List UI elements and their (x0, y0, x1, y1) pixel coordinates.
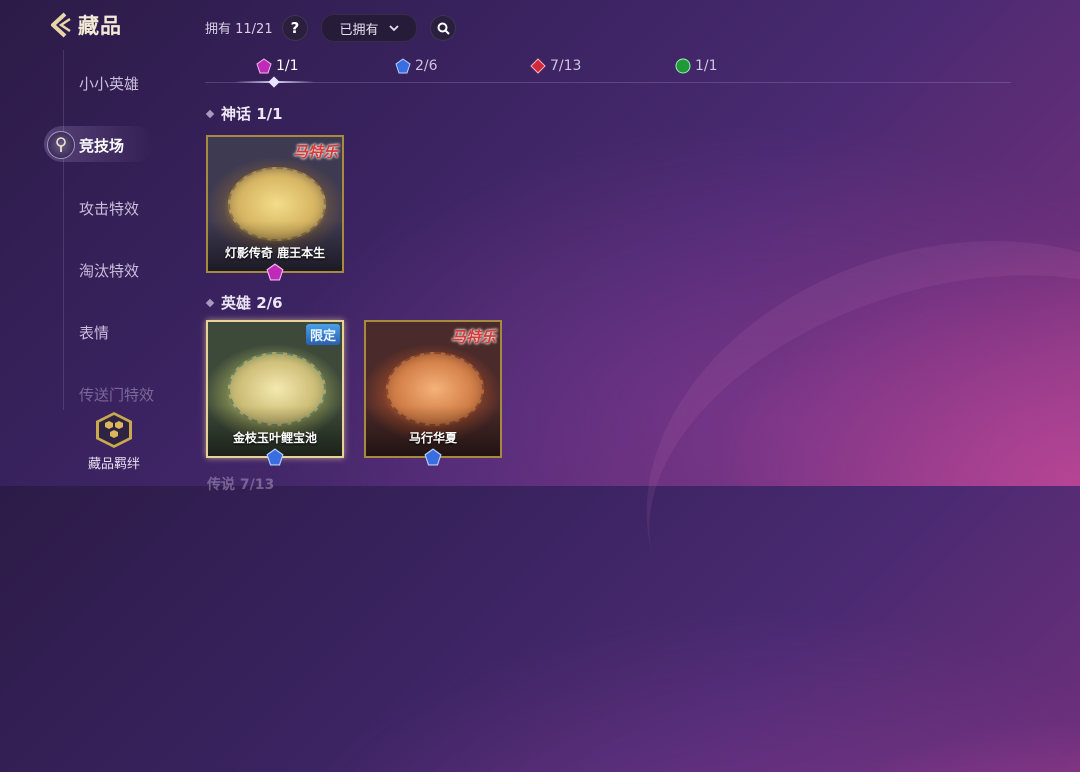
section-mythic-header: 神话 1/1 (205, 103, 283, 124)
mythic-gem-icon (256, 58, 272, 74)
filter-value: 已拥有 (339, 22, 379, 38)
hero-gem-icon (266, 448, 284, 466)
arena-card-horse-journey[interactable]: 马特乐 马行华夏 (364, 320, 502, 466)
card-name: 马行华夏 (408, 431, 457, 445)
help-button[interactable]: ? (282, 15, 308, 41)
search-button[interactable] (430, 15, 456, 41)
rare-gem-icon (675, 58, 691, 74)
limited-badge: 限定 (305, 324, 340, 345)
arena-card-lantern-legend[interactable]: 马特乐 灯影传奇 鹿王本生 (206, 135, 344, 281)
sidebar-item-little-legends[interactable]: 小小英雄 (79, 73, 139, 94)
card-logo-text: 马特乐 (450, 328, 496, 346)
sidebar-item-arena[interactable]: 竞技场 (79, 135, 124, 156)
mythic-gem-icon (266, 263, 284, 281)
hero-gem-icon (395, 58, 411, 74)
sidebar-item-elimination-effects[interactable]: 淘汰特效 (79, 260, 139, 281)
tab-rare[interactable]: 1/1 (675, 58, 718, 74)
tab-legend[interactable]: 7/13 (530, 58, 581, 74)
tab-hero[interactable]: 2/6 (395, 58, 438, 74)
sidebar-item-emotes[interactable]: 表情 (79, 322, 109, 343)
sidebar-item-portal-effects[interactable]: 传送门特效 (79, 384, 154, 405)
section-legend-header: 传说 7/13 (207, 477, 275, 493)
tab-mythic-count: 1/1 (276, 58, 299, 74)
legend-gem-icon (530, 58, 546, 74)
tab-rare-count: 1/1 (695, 58, 718, 74)
hero-gem-icon (424, 448, 442, 466)
collection-bond-button[interactable]: 藏品羁绊 (86, 412, 142, 472)
collection-bond-label: 藏品羁绊 (87, 457, 140, 472)
arena-card-golden-koi-pond[interactable]: 限定 金枝玉叶鲤宝池 (206, 320, 344, 466)
sidebar-item-attack-effects[interactable]: 攻击特效 (79, 198, 139, 219)
tab-legend-count: 7/13 (550, 58, 582, 74)
chevron-left-icon (51, 12, 71, 38)
card-name: 金枝玉叶鲤宝池 (232, 431, 317, 445)
hexagon-badge-icon (96, 412, 132, 448)
tab-divider (205, 82, 1011, 83)
card-name: 灯影传奇 鹿王本生 (224, 246, 326, 260)
tab-mythic[interactable]: 1/1 (256, 58, 299, 74)
section-hero-title: 英雄 2/6 (221, 294, 283, 312)
section-mythic-title: 神话 1/1 (221, 105, 283, 123)
help-icon: ? (290, 19, 300, 37)
search-icon (437, 22, 450, 35)
chevron-down-icon (388, 24, 399, 31)
sidebar-rail (63, 50, 64, 410)
page-title: 藏品 (78, 14, 122, 38)
owned-count: 拥有 11/21 (205, 22, 273, 37)
background-swoosh (586, 168, 1080, 772)
diamond-bullet-icon (205, 298, 215, 307)
ownership-filter-dropdown[interactable]: 已拥有 (321, 14, 417, 42)
card-logo-text: 马特乐 (292, 143, 338, 161)
arena-icon (47, 131, 75, 159)
tab-hero-count: 2/6 (415, 58, 438, 74)
section-hero-header: 英雄 2/6 (205, 292, 283, 313)
tab-indicator-diamond-icon (268, 76, 280, 88)
back-button[interactable]: 藏品 (48, 10, 122, 40)
diamond-bullet-icon (205, 109, 215, 118)
